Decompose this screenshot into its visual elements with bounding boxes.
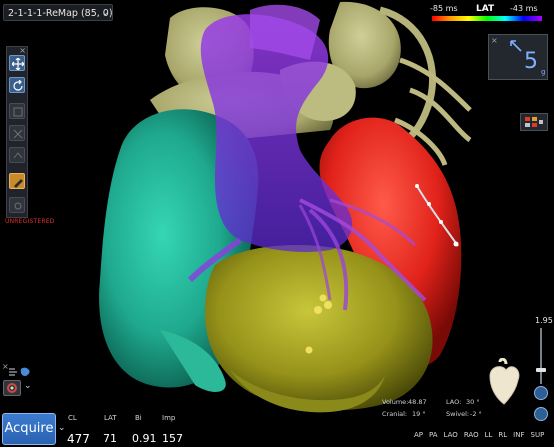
zoom-slider-thumb[interactable] xyxy=(536,368,546,372)
catheter-button[interactable] xyxy=(3,380,21,396)
view-rotate-button[interactable] xyxy=(534,407,548,421)
catheter-select-icon[interactable] xyxy=(7,367,33,377)
rotate-button[interactable] xyxy=(9,77,25,93)
tool-disabled-icon xyxy=(13,107,23,117)
arrow-up-left-icon xyxy=(510,40,522,52)
catheter-electrode-icon xyxy=(525,117,543,127)
view-rao-button[interactable]: RAO xyxy=(464,431,479,439)
view-lao-button[interactable]: LAO xyxy=(444,431,458,439)
bi-value: 0.91 xyxy=(132,432,157,445)
lat-scale-title: LAT xyxy=(476,4,495,14)
orientation-unit: g xyxy=(541,68,546,76)
lat-min-label: -85 ms xyxy=(430,4,458,13)
tool-button-5[interactable] xyxy=(9,147,25,163)
map-selector-dropdown[interactable]: 2-1-1-1-ReMap (85, 0) ⌄ xyxy=(3,4,113,21)
map-tools-toolbar: × xyxy=(6,46,28,218)
tool-disabled-icon xyxy=(14,202,22,210)
lat-value: 71 xyxy=(103,432,117,445)
view-rl-button[interactable]: RL xyxy=(498,431,507,439)
chevron-down-icon[interactable]: ⌄ xyxy=(24,381,32,391)
rotate-icon xyxy=(13,80,23,91)
cranial-value: 19 ° xyxy=(412,410,426,418)
3d-map-viewport[interactable] xyxy=(0,0,554,447)
lat-color-bar[interactable] xyxy=(432,16,542,21)
acquire-button[interactable]: Acquire xyxy=(2,413,56,445)
zoom-reset-button[interactable] xyxy=(534,386,548,400)
lat-max-label: -43 ms xyxy=(510,4,538,13)
orientation-close-button[interactable]: × xyxy=(491,36,498,45)
tool-button-3[interactable] xyxy=(9,103,25,119)
view-pa-button[interactable]: PA xyxy=(429,431,438,439)
cl-label: CL xyxy=(68,414,77,422)
view-ap-button[interactable]: AP xyxy=(414,431,423,439)
imp-value: 157 xyxy=(162,432,183,445)
registration-status-text: UNREGISTERED xyxy=(5,218,55,225)
bi-label: Bi xyxy=(135,414,142,422)
catheter-display-button[interactable] xyxy=(520,113,548,131)
imp-label: Imp xyxy=(162,414,176,422)
volume-label: Volume: xyxy=(382,398,409,406)
tool-disabled-icon xyxy=(13,129,23,139)
cl-value: 477 xyxy=(67,432,90,446)
tool-button-7[interactable] xyxy=(9,197,25,213)
acquire-options-chevron-icon[interactable]: ⌄ xyxy=(58,423,66,433)
toolbar-close-button[interactable]: × xyxy=(19,46,26,55)
swivel-label: Swivel: xyxy=(446,410,470,418)
tool-button-4[interactable] xyxy=(9,125,25,141)
heart-orientation-icon xyxy=(489,358,520,405)
lao-label: LAO: xyxy=(446,398,462,406)
chevron-down-icon: ⌄ xyxy=(101,8,109,18)
orientation-value: 5 xyxy=(524,49,538,74)
swivel-value: -2 ° xyxy=(470,410,482,418)
lat-label: LAT xyxy=(104,414,117,422)
cranial-label: Cranial: xyxy=(382,410,408,418)
volume-value: 48.87 xyxy=(408,398,427,406)
view-preset-bar: AP PA LAO RAO LL RL INF SUP xyxy=(414,431,544,439)
target-icon xyxy=(7,383,17,393)
zoom-value: 1.95 xyxy=(535,316,553,325)
tool-disabled-icon xyxy=(13,152,23,159)
pencil-icon xyxy=(14,179,23,188)
map-selector-label: 2-1-1-1-ReMap (85, 0) xyxy=(8,8,113,19)
pencil-tool-button[interactable] xyxy=(9,173,25,189)
view-ll-button[interactable]: LL xyxy=(485,431,493,439)
view-sup-button[interactable]: SUP xyxy=(531,431,545,439)
view-inf-button[interactable]: INF xyxy=(513,431,524,439)
zoom-slider-track[interactable] xyxy=(540,328,542,384)
pan-move-button[interactable] xyxy=(9,55,25,71)
pan-move-icon xyxy=(12,58,24,70)
lao-value: 30 ° xyxy=(466,398,480,406)
